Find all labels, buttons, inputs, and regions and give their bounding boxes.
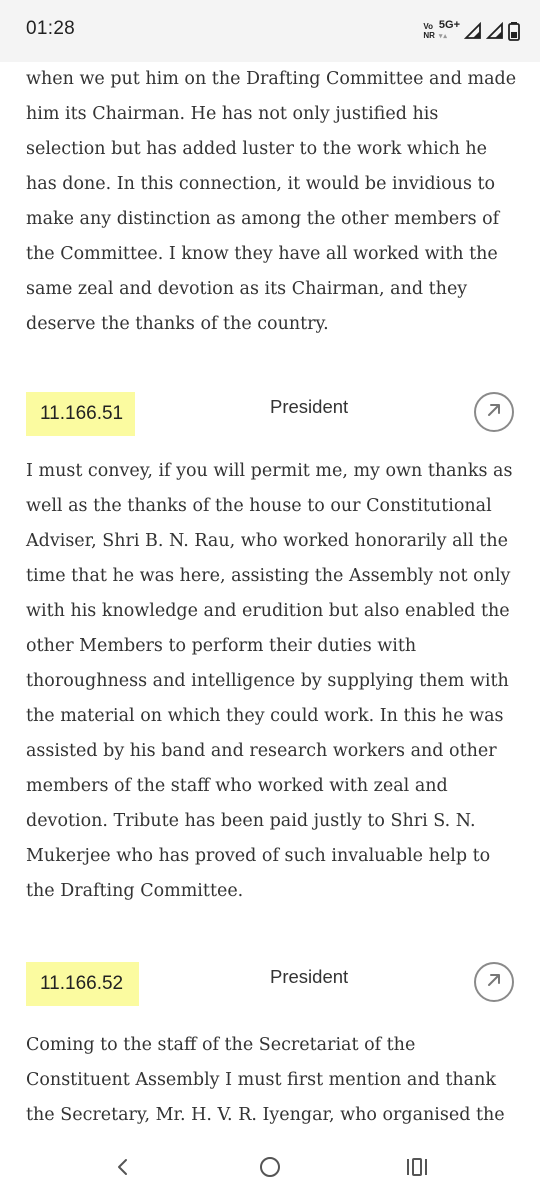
- speech-paragraph: Coming to the staff of the Secretariat o…: [26, 1035, 505, 1125]
- volte-top-label: Vo: [423, 22, 433, 31]
- open-link-button[interactable]: [474, 392, 514, 432]
- volte-bottom-label: NR: [423, 31, 435, 40]
- speech-paragraph: when we put him on the Drafting Committe…: [26, 69, 517, 334]
- home-button[interactable]: [255, 1154, 285, 1184]
- signal-icon: [464, 22, 482, 40]
- signal-icon-2: [486, 22, 504, 40]
- system-nav-bar: [0, 1132, 540, 1200]
- debate-content[interactable]: when we put him on the Drafting Committe…: [0, 62, 540, 1132]
- arrow-up-right-icon: [484, 970, 504, 994]
- battery-icon: [508, 21, 520, 41]
- circle-home-icon: [258, 1155, 282, 1183]
- speaker-name: President: [270, 396, 349, 417]
- network-type-label: 5G+: [438, 19, 460, 31]
- volte-indicator: Vo NR: [423, 22, 435, 40]
- entry-id-badge: 11.166.51: [26, 392, 135, 436]
- status-icons: Vo NR 5G+ ▾▴: [423, 18, 520, 44]
- network-indicator: 5G+ ▾▴: [439, 20, 460, 42]
- recents-button[interactable]: [402, 1154, 432, 1184]
- back-button[interactable]: [108, 1154, 138, 1184]
- arrow-up-right-icon: [484, 400, 504, 424]
- entry-id-badge: 11.166.52: [26, 962, 139, 1006]
- chevron-left-icon: [113, 1157, 133, 1181]
- recents-bars-icon: [405, 1156, 429, 1182]
- open-link-button[interactable]: [474, 962, 514, 1002]
- speech-paragraph: I must convey, if you will permit me, my…: [26, 461, 513, 901]
- status-time: 01:28: [26, 18, 76, 39]
- status-bar: 01:28 Vo NR 5G+ ▾▴: [0, 0, 540, 62]
- speaker-name: President: [270, 966, 349, 987]
- data-activity-icon: ▾▴: [438, 33, 448, 40]
